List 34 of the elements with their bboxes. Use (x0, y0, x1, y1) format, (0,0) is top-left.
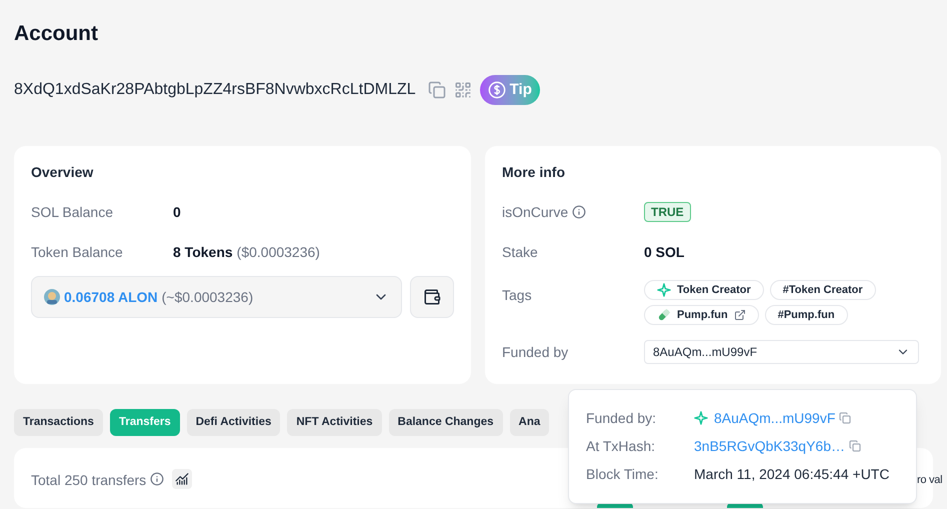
tab[interactable]: Transactions (14, 409, 103, 436)
block-time: March 11, 2024 06:45:44 +UTC (694, 464, 890, 484)
funded-by-select[interactable]: 8AuAQm...mU99vF (644, 340, 919, 364)
tab[interactable]: Ana (510, 409, 550, 436)
transfers-total: Total 250 transfers (31, 471, 146, 490)
token-select[interactable]: 0.06708 ALON (~$0.0003236) (31, 276, 402, 318)
token-count: 8 Tokens (173, 242, 233, 262)
field-label: SOL Balance (31, 202, 113, 222)
token-amount-usd: (~$0.0003236) (162, 288, 254, 307)
page-title: Account (14, 21, 99, 47)
tag-chip[interactable]: #Pump.fun (764, 305, 848, 325)
tag-chip[interactable]: #Token Creator (770, 280, 876, 300)
field-label: Funded by (502, 342, 568, 362)
field-label: isOnCurve (502, 202, 568, 222)
stake-value: 0 SOL (644, 242, 684, 262)
popup-label: At TxHash: (586, 436, 656, 456)
tag-chip[interactable]: Pump.fun (644, 305, 759, 325)
popup-label: Block Time: (586, 464, 660, 484)
true-badge: TRUE (644, 202, 691, 222)
account-address: 8XdQ1xdSaKr28PAbtgbLpZZ4rsBF8NvwbxcRcLtDMLZL (14, 80, 416, 100)
field-label: Tags (502, 287, 532, 303)
card-title: Overview (31, 163, 94, 182)
token-usd-value: ($0.0003236) (236, 242, 320, 262)
filter-label: ro val (917, 473, 942, 488)
sol-balance-value: 0 (173, 202, 181, 222)
field-label: Token Balance (31, 242, 123, 262)
card-title: More info (502, 163, 566, 182)
tab[interactable]: Defi Activities (186, 409, 280, 436)
tag-chip[interactable]: Token Creator (644, 280, 764, 300)
popup-label: Funded by: (586, 408, 658, 428)
field-label: Stake (502, 242, 538, 262)
tab[interactable]: Balance Changes (388, 409, 503, 436)
token-amount: 0.06708 ALON (64, 288, 158, 306)
tab[interactable]: NFT Activities (287, 409, 382, 436)
